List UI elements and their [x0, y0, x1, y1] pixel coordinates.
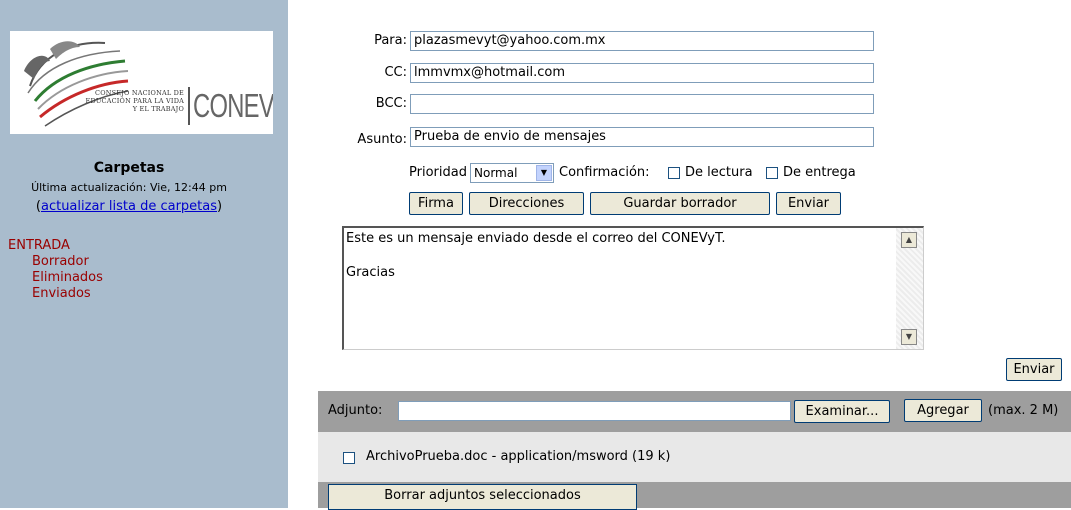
folder-item-sent[interactable]: Enviados [8, 286, 103, 302]
refresh-folders: (actualizar lista de carpetas) [0, 199, 258, 214]
to-label: Para: [374, 33, 407, 48]
refresh-close-paren: ) [217, 199, 223, 214]
attachment-actions-bar: Borrar adjuntos seleccionados [318, 482, 1071, 510]
attachment-item: ArchivoPrueba.doc - application/msword (… [366, 449, 671, 464]
logo-brand-text: CONEVyT [193, 87, 273, 124]
send-button-top[interactable]: Enviar [776, 192, 841, 215]
attachment-bar: Adjunto: Examinar... Agregar (max. 2 M) [318, 391, 1071, 432]
delete-attachments-button[interactable]: Borrar adjuntos seleccionados [328, 484, 637, 510]
last-update-text: Última actualización: Vie, 12:44 pm [31, 181, 227, 194]
delivery-receipt-label: De entrega [783, 165, 856, 180]
attachment-list: ArchivoPrueba.doc - application/msword (… [318, 432, 1071, 482]
folder-sidebar: CONSEJO NACIONAL DE EDUCACIÓN PARA LA VI… [0, 0, 288, 508]
attachment-file-input[interactable] [398, 401, 791, 421]
folder-item-inbox[interactable]: ENTRADA [8, 238, 103, 254]
logo-divider [188, 87, 190, 125]
read-receipt-label: De lectura [685, 165, 753, 180]
add-attachment-button[interactable]: Agregar [904, 399, 982, 422]
confirmation-label: Confirmación: [559, 165, 650, 180]
priority-label: Prioridad [409, 165, 467, 180]
scroll-up-icon[interactable]: ▲ [901, 232, 917, 248]
cc-field[interactable]: lmmvmx@hotmail.com [410, 63, 874, 83]
subject-field[interactable]: Prueba de envio de mensajes [410, 127, 874, 147]
signature-button[interactable]: Firma [409, 192, 463, 215]
folder-item-deleted[interactable]: Eliminados [8, 270, 103, 286]
save-draft-button[interactable]: Guardar borrador [590, 192, 770, 215]
eagle-emblem-icon [24, 41, 129, 127]
to-field[interactable]: plazasmevyt@yahoo.com.mx [410, 31, 874, 51]
priority-select[interactable]: Normal ▼ [470, 163, 554, 183]
folder-item-drafts[interactable]: Borrador [8, 254, 103, 270]
chevron-down-icon[interactable]: ▼ [536, 165, 552, 181]
read-receipt-checkbox[interactable] [668, 167, 680, 179]
addresses-button[interactable]: Direcciones [469, 192, 584, 215]
delivery-receipt-checkbox[interactable] [766, 167, 778, 179]
subject-label: Asunto: [357, 132, 407, 147]
browse-button[interactable]: Examinar... [794, 400, 890, 423]
folder-list: ENTRADA Borrador Eliminados Enviados [8, 238, 103, 302]
logo-institution-text: CONSEJO NACIONAL DE EDUCACIÓN PARA LA VI… [85, 89, 184, 113]
bcc-label: BCC: [375, 96, 407, 111]
scroll-down-icon[interactable]: ▼ [901, 329, 917, 345]
vertical-scrollbar[interactable]: ▲ ▼ [896, 228, 923, 349]
message-body-text: Este es un mensaje enviado desde el corr… [346, 231, 726, 280]
send-button-bottom[interactable]: Enviar [1006, 358, 1062, 381]
refresh-folders-link[interactable]: actualizar lista de carpetas [41, 199, 217, 214]
max-size-text: (max. 2 M) [988, 403, 1059, 418]
message-body[interactable]: Este es un mensaje enviado desde el corr… [342, 226, 924, 350]
cc-label: CC: [384, 65, 407, 80]
folders-title: Carpetas [93, 160, 165, 176]
conevyt-logo: CONSEJO NACIONAL DE EDUCACIÓN PARA LA VI… [10, 31, 273, 134]
priority-value: Normal [474, 166, 518, 180]
bcc-field[interactable] [410, 94, 874, 114]
attachment-label: Adjunto: [328, 403, 383, 418]
attachment-select-checkbox[interactable] [343, 452, 355, 464]
